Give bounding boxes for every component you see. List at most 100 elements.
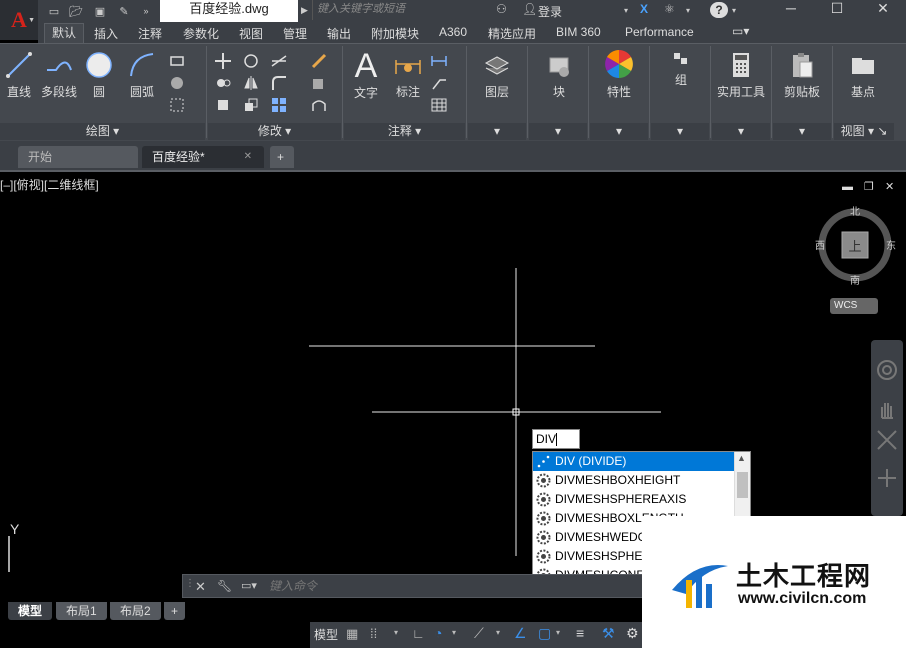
table-icon[interactable] (430, 96, 448, 114)
tab-model[interactable]: 模型 (8, 602, 53, 620)
tab-layout2[interactable]: 布局2 (110, 602, 161, 620)
chevron-down-icon[interactable]: ▾ (686, 6, 690, 15)
stretch-icon[interactable] (214, 96, 232, 114)
close-button[interactable]: ✕ (860, 0, 906, 20)
erase-icon[interactable] (310, 52, 328, 70)
add-tab-button[interactable]: + (270, 146, 294, 168)
command-input[interactable] (269, 577, 639, 595)
hatch-icon[interactable] (168, 74, 186, 92)
tab-home[interactable]: 默认 (44, 23, 85, 43)
binoculars-icon[interactable]: ⚇ (496, 2, 507, 16)
block-panel-dropdown[interactable]: ▾ (529, 123, 587, 140)
tab-layout1[interactable]: 布局1 (56, 602, 107, 620)
annotation-panel-title[interactable]: 注释 ▾ (344, 123, 465, 140)
minimize-button[interactable]: ─ (768, 0, 814, 20)
exchange-icon[interactable]: X (640, 2, 648, 16)
application-menu-button[interactable]: A ▼ (0, 0, 38, 40)
chevron-down-icon[interactable]: ▾ (452, 628, 456, 637)
save-icon[interactable]: ▣ (92, 3, 108, 19)
user-icon[interactable]: 👤︎ (522, 2, 537, 16)
close-icon[interactable]: ✕ (195, 579, 206, 595)
search-input[interactable]: 键入关键字或短语 (312, 0, 490, 20)
utilities-panel-dropdown[interactable]: ▾ (712, 123, 770, 140)
properties-panel-dropdown[interactable]: ▾ (590, 123, 648, 140)
command-prompt-icon[interactable]: ▭▾ (241, 579, 257, 592)
text-button[interactable]: A 文字 (348, 48, 384, 101)
tab-view[interactable]: 视图 (239, 25, 263, 42)
snap-icon[interactable]: ⁞⁞ (370, 626, 377, 641)
circle-button[interactable]: 圆 (82, 50, 116, 100)
object-snap-tracking-icon[interactable]: ∠ (514, 625, 527, 642)
maximize-button[interactable]: ☐ (814, 0, 860, 20)
chevron-down-icon[interactable]: ▾ (556, 628, 560, 637)
tab-addins[interactable]: 附加模块 (371, 25, 419, 42)
tab-featured-apps[interactable]: 精选应用 (488, 25, 536, 42)
chevron-down-icon[interactable]: ▾ (394, 628, 398, 637)
rectangle-icon[interactable] (168, 52, 186, 70)
groups-panel-dropdown[interactable]: ▾ (651, 123, 709, 140)
tab-start[interactable]: 开始 (18, 146, 138, 168)
offset-icon[interactable] (310, 96, 328, 114)
draw-panel-title[interactable]: 绘图 ▾ (0, 123, 205, 140)
explode-icon[interactable] (310, 74, 328, 92)
ribbon-options-icon[interactable]: ▭▾ (732, 24, 749, 38)
dynamic-input-field[interactable]: DIV (532, 429, 580, 449)
fillet-icon[interactable] (270, 74, 288, 92)
base-point-button[interactable]: 基点 (838, 50, 888, 100)
model-space-button[interactable]: 模型 (314, 626, 338, 643)
arc-button[interactable]: 圆弧 (122, 50, 162, 100)
clipboard-panel-dropdown[interactable]: ▾ (773, 123, 831, 140)
grip-icon[interactable]: ⋮ (185, 578, 195, 589)
drawing-canvas[interactable]: Y X (0, 172, 906, 572)
open-file-icon[interactable]: 📂︎ (68, 3, 84, 19)
scale-icon[interactable] (242, 96, 260, 114)
chevron-down-icon[interactable]: ▾ (732, 6, 736, 15)
polar-tracking-icon[interactable]: ◔ (434, 625, 442, 641)
tab-drawing[interactable]: 百度经验* ✕ (142, 146, 264, 168)
grid-icon[interactable]: ▦ (346, 626, 358, 642)
autocomplete-item[interactable]: DIVMESHSPHEREAXIS (533, 490, 735, 509)
close-icon[interactable]: ✕ (244, 146, 252, 168)
tab-a360[interactable]: A360 (439, 25, 467, 39)
chevron-down-icon[interactable]: ▾ (496, 628, 500, 637)
scroll-up-icon[interactable]: ▲ (737, 453, 746, 463)
add-layout-button[interactable]: + (164, 602, 186, 620)
save-as-icon[interactable]: ✎ (116, 3, 132, 19)
move-icon[interactable] (214, 52, 232, 70)
line-button[interactable]: 直线 (2, 50, 36, 100)
tab-output[interactable]: 输出 (327, 25, 351, 42)
linear-dim-icon[interactable] (430, 52, 448, 70)
more-tools-icon[interactable]: » (138, 3, 154, 19)
block-button[interactable]: 块 (534, 50, 584, 100)
utilities-button[interactable]: 实用工具 (714, 50, 768, 100)
help-button[interactable]: ? (710, 2, 728, 18)
layers-button[interactable]: 图层 (472, 50, 522, 100)
a360-icon[interactable]: ⚛ (664, 2, 675, 16)
tab-performance[interactable]: Performance (625, 25, 694, 39)
new-file-icon[interactable]: ▭ (46, 3, 62, 19)
isodraft-icon[interactable]: ⟋ (474, 625, 484, 642)
clipboard-button[interactable]: 剪贴板 (776, 50, 828, 100)
login-button[interactable]: 登录 (538, 3, 562, 20)
lineweight-icon[interactable]: ≡ (576, 625, 584, 641)
annotation-scale-icon[interactable]: ⚒ (602, 625, 615, 642)
workspace-icon[interactable]: ⚙ (626, 625, 639, 642)
properties-button[interactable]: 特性 (594, 48, 644, 100)
tab-annotate[interactable]: 注释 (138, 25, 162, 42)
ortho-icon[interactable]: ∟ (412, 626, 425, 641)
chevron-down-icon[interactable]: ▾ (624, 6, 628, 15)
mirror-icon[interactable] (242, 74, 260, 92)
leader-icon[interactable] (430, 74, 448, 92)
copy-icon[interactable] (214, 74, 232, 92)
group-button[interactable]: 组 (656, 50, 706, 88)
dimension-button[interactable]: 标注 (390, 50, 426, 100)
modify-panel-title[interactable]: 修改 ▾ (208, 123, 341, 140)
view-panel-title[interactable]: 视图 ▾ ↘ (834, 123, 894, 140)
tab-parametric[interactable]: 参数化 (183, 25, 219, 42)
polyline-button[interactable]: 多段线 (38, 50, 80, 100)
autocomplete-item[interactable]: DIVMESHBOXHEIGHT (533, 471, 735, 490)
wrench-icon[interactable]: 🔧︎ (217, 579, 232, 593)
trim-icon[interactable] (270, 52, 288, 70)
array-icon[interactable] (270, 96, 288, 114)
autocomplete-item[interactable]: DIV (DIVIDE) (533, 452, 735, 471)
